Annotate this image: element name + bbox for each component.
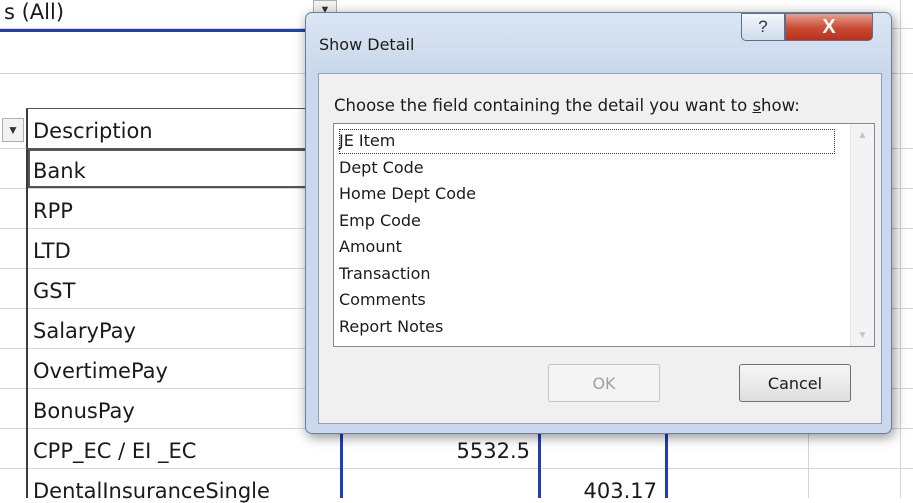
row-description[interactable]: GST xyxy=(33,279,75,303)
row-description[interactable]: SalaryPay xyxy=(33,319,136,343)
grid-line xyxy=(900,0,901,498)
prompt-text: Choose the field containing the detail y… xyxy=(334,96,753,115)
row-value[interactable]: 403.17 xyxy=(541,479,657,503)
grid-line xyxy=(0,468,913,469)
field-option-home-dept-code[interactable]: Home Dept Code xyxy=(338,181,836,208)
pivot-border xyxy=(0,29,310,32)
pivot-border xyxy=(665,430,668,498)
field-option-report-notes[interactable]: Report Notes xyxy=(338,314,836,341)
pivot-border xyxy=(340,430,343,498)
row-description[interactable]: RPP xyxy=(33,199,73,223)
row-description[interactable]: LTD xyxy=(33,239,71,263)
row-description[interactable]: Bank xyxy=(33,159,86,183)
filter-funnel-icon[interactable]: ▼ xyxy=(2,118,24,142)
ok-button[interactable]: OK xyxy=(548,364,660,402)
list-scrollbar[interactable]: ▲ ▼ xyxy=(850,124,874,346)
row-description[interactable]: CPP_EC / EI _EC xyxy=(33,439,196,463)
field-option-dept-code[interactable]: Dept Code xyxy=(338,155,836,182)
close-icon[interactable]: X xyxy=(785,13,873,41)
scroll-up-arrow-icon[interactable]: ▲ xyxy=(851,124,874,146)
dialog-prompt: Choose the field containing the detail y… xyxy=(334,96,800,115)
column-header-description[interactable]: Description xyxy=(33,119,153,143)
page-filter-value: s (All) xyxy=(4,0,65,24)
show-detail-dialog: Show Detail ? X Choose the field contain… xyxy=(305,12,892,434)
row-description[interactable]: BonusPay xyxy=(33,399,135,423)
prompt-accelerator: s xyxy=(752,96,762,115)
dialog-body: Choose the field containing the detail y… xyxy=(318,73,882,424)
cancel-button[interactable]: Cancel xyxy=(739,364,851,402)
row-description[interactable]: OvertimePay xyxy=(33,359,168,383)
field-listbox[interactable]: JE Item Dept Code Home Dept Code Emp Cod… xyxy=(333,123,875,347)
field-option-emp-code[interactable]: Emp Code xyxy=(338,208,836,235)
field-option-je-item[interactable]: JE Item xyxy=(338,128,836,155)
field-option-amount[interactable]: Amount xyxy=(338,234,836,261)
field-option-comments[interactable]: Comments xyxy=(338,287,836,314)
field-list: JE Item Dept Code Home Dept Code Emp Cod… xyxy=(338,128,836,340)
scroll-down-arrow-icon[interactable]: ▼ xyxy=(851,324,874,346)
field-option-transaction[interactable]: Transaction xyxy=(338,261,836,288)
row-description[interactable]: DentalInsuranceSingle xyxy=(33,479,270,503)
question-mark-icon[interactable]: ? xyxy=(741,13,785,41)
header-border xyxy=(26,108,312,109)
prompt-text-end: how: xyxy=(761,96,800,115)
dialog-title: Show Detail xyxy=(319,35,415,54)
row-value[interactable]: 5532.5 xyxy=(344,439,530,463)
